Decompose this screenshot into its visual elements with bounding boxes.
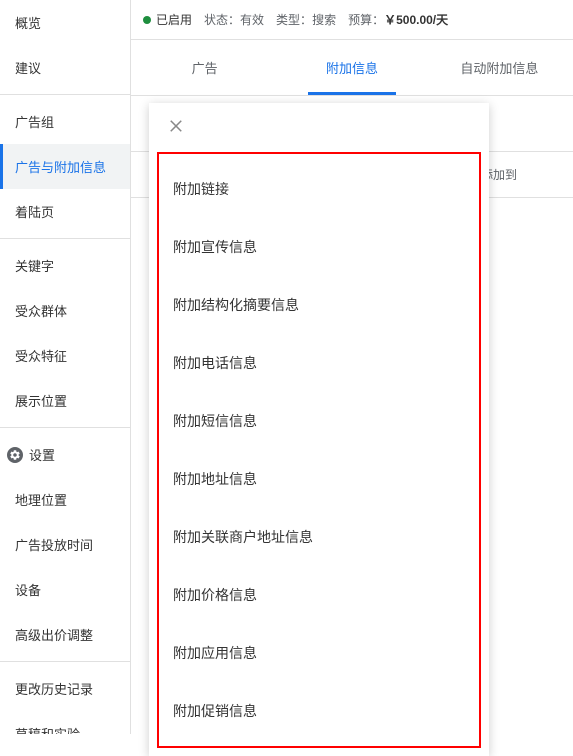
- popup-item-label: 附加促销信息: [173, 703, 257, 719]
- tabs: 广告 附加信息 自动附加信息: [131, 40, 573, 96]
- sidebar-item-label: 建议: [15, 61, 41, 76]
- sidebar-item-settings[interactable]: 设置: [0, 432, 130, 477]
- popup-item-label: 附加应用信息: [173, 645, 257, 661]
- tab-label: 附加信息: [326, 61, 378, 76]
- sidebar-item-landing[interactable]: 着陆页: [0, 189, 130, 234]
- sidebar-item-devices[interactable]: 设备: [0, 567, 130, 612]
- status-type: 类型：搜索: [276, 11, 336, 28]
- close-button[interactable]: [149, 103, 489, 152]
- popup-item-structured-snippet[interactable]: 附加结构化摘要信息: [159, 276, 479, 334]
- tab-ads[interactable]: 广告: [131, 40, 278, 95]
- status-type-label: 类型：: [276, 13, 312, 27]
- status-budget-label: 预算：: [348, 13, 384, 27]
- status-budget: 预算：￥500.00/天: [348, 11, 448, 28]
- divider: [0, 427, 130, 428]
- sidebar: 概览 建议 广告组 广告与附加信息 着陆页 关键字 受众群体 受众特征 展示位置…: [0, 0, 131, 734]
- sidebar-item-label: 广告与附加信息: [15, 160, 106, 175]
- sidebar-item-geo[interactable]: 地理位置: [0, 477, 130, 522]
- popup-item-label: 附加电话信息: [173, 355, 257, 371]
- status-state: 状态：有效: [204, 11, 264, 28]
- sidebar-item-label: 受众特征: [15, 349, 67, 364]
- divider: [0, 94, 130, 95]
- status-bar: 已启用 状态：有效 类型：搜索 预算：￥500.00/天: [131, 0, 573, 40]
- sidebar-item-overview[interactable]: 概览: [0, 0, 130, 45]
- popup-item-price[interactable]: 附加价格信息: [159, 566, 479, 624]
- popup-item-label: 附加价格信息: [173, 587, 257, 603]
- sidebar-item-label: 关键字: [15, 259, 54, 274]
- sidebar-item-placements[interactable]: 展示位置: [0, 378, 130, 423]
- popup-item-call[interactable]: 附加电话信息: [159, 334, 479, 392]
- popup-item-message[interactable]: 附加短信信息: [159, 392, 479, 450]
- popup-item-promotion[interactable]: 附加促销信息: [159, 682, 479, 740]
- sidebar-item-keywords[interactable]: 关键字: [0, 243, 130, 288]
- popup-item-callout[interactable]: 附加宣传信息: [159, 218, 479, 276]
- sidebar-item-suggestions[interactable]: 建议: [0, 45, 130, 90]
- popup-item-label: 附加短信信息: [173, 413, 257, 429]
- status-enabled: 已启用: [143, 11, 192, 28]
- divider: [0, 661, 130, 662]
- status-dot-icon: [143, 16, 151, 24]
- sidebar-item-ads-extensions[interactable]: 广告与附加信息: [0, 144, 130, 189]
- sidebar-item-label: 广告投放时间: [15, 538, 93, 553]
- popup-item-sitelink[interactable]: 附加链接: [159, 160, 479, 218]
- extension-type-list: 附加链接 附加宣传信息 附加结构化摘要信息 附加电话信息 附加短信信息 附加地址…: [157, 152, 481, 748]
- sidebar-item-history[interactable]: 更改历史记录: [0, 666, 130, 711]
- popup-item-affiliate-location[interactable]: 附加关联商户地址信息: [159, 508, 479, 566]
- tab-label: 广告: [192, 61, 218, 76]
- sidebar-item-label: 广告组: [15, 115, 54, 130]
- sidebar-item-label: 设置: [29, 445, 55, 464]
- status-budget-value: ￥500.00/天: [384, 13, 448, 27]
- extension-type-popup: 附加链接 附加宣传信息 附加结构化摘要信息 附加电话信息 附加短信信息 附加地址…: [149, 103, 489, 756]
- tab-auto-extensions[interactable]: 自动附加信息: [426, 40, 573, 95]
- sidebar-item-audiences[interactable]: 受众群体: [0, 288, 130, 333]
- status-type-value: 搜索: [312, 13, 336, 27]
- sidebar-item-label: 着陆页: [15, 205, 54, 220]
- divider: [0, 238, 130, 239]
- sidebar-item-label: 地理位置: [15, 493, 67, 508]
- tab-extensions[interactable]: 附加信息: [278, 40, 425, 95]
- tab-label: 自动附加信息: [460, 61, 538, 76]
- sidebar-item-schedule[interactable]: 广告投放时间: [0, 522, 130, 567]
- popup-item-app[interactable]: 附加应用信息: [159, 624, 479, 682]
- status-state-value: 有效: [240, 13, 264, 27]
- popup-item-label: 附加宣传信息: [173, 239, 257, 255]
- sidebar-item-label: 概览: [15, 16, 41, 31]
- popup-item-location[interactable]: 附加地址信息: [159, 450, 479, 508]
- sidebar-item-label: 受众群体: [15, 304, 67, 319]
- gear-icon: [7, 447, 23, 463]
- sidebar-item-demographics[interactable]: 受众特征: [0, 333, 130, 378]
- main: 已启用 状态：有效 类型：搜索 预算：￥500.00/天 广告 附加信息 自动附…: [131, 0, 573, 734]
- sidebar-item-label: 展示位置: [15, 394, 67, 409]
- popup-item-label: 附加链接: [173, 181, 229, 197]
- sidebar-item-label: 高级出价调整: [15, 628, 93, 643]
- close-icon: [167, 117, 185, 135]
- popup-item-label: 附加结构化摘要信息: [173, 297, 299, 313]
- status-state-label: 状态：: [204, 13, 240, 27]
- popup-item-label: 附加关联商户地址信息: [173, 529, 313, 545]
- sidebar-item-label: 设备: [15, 583, 41, 598]
- sidebar-item-label: 草稿和实验: [15, 727, 80, 734]
- sidebar-item-drafts[interactable]: 草稿和实验: [0, 711, 130, 734]
- sidebar-item-adgroups[interactable]: 广告组: [0, 99, 130, 144]
- sidebar-item-bid-adj[interactable]: 高级出价调整: [0, 612, 130, 657]
- status-enabled-label: 已启用: [156, 11, 192, 28]
- sidebar-item-label: 更改历史记录: [15, 682, 93, 697]
- popup-item-label: 附加地址信息: [173, 471, 257, 487]
